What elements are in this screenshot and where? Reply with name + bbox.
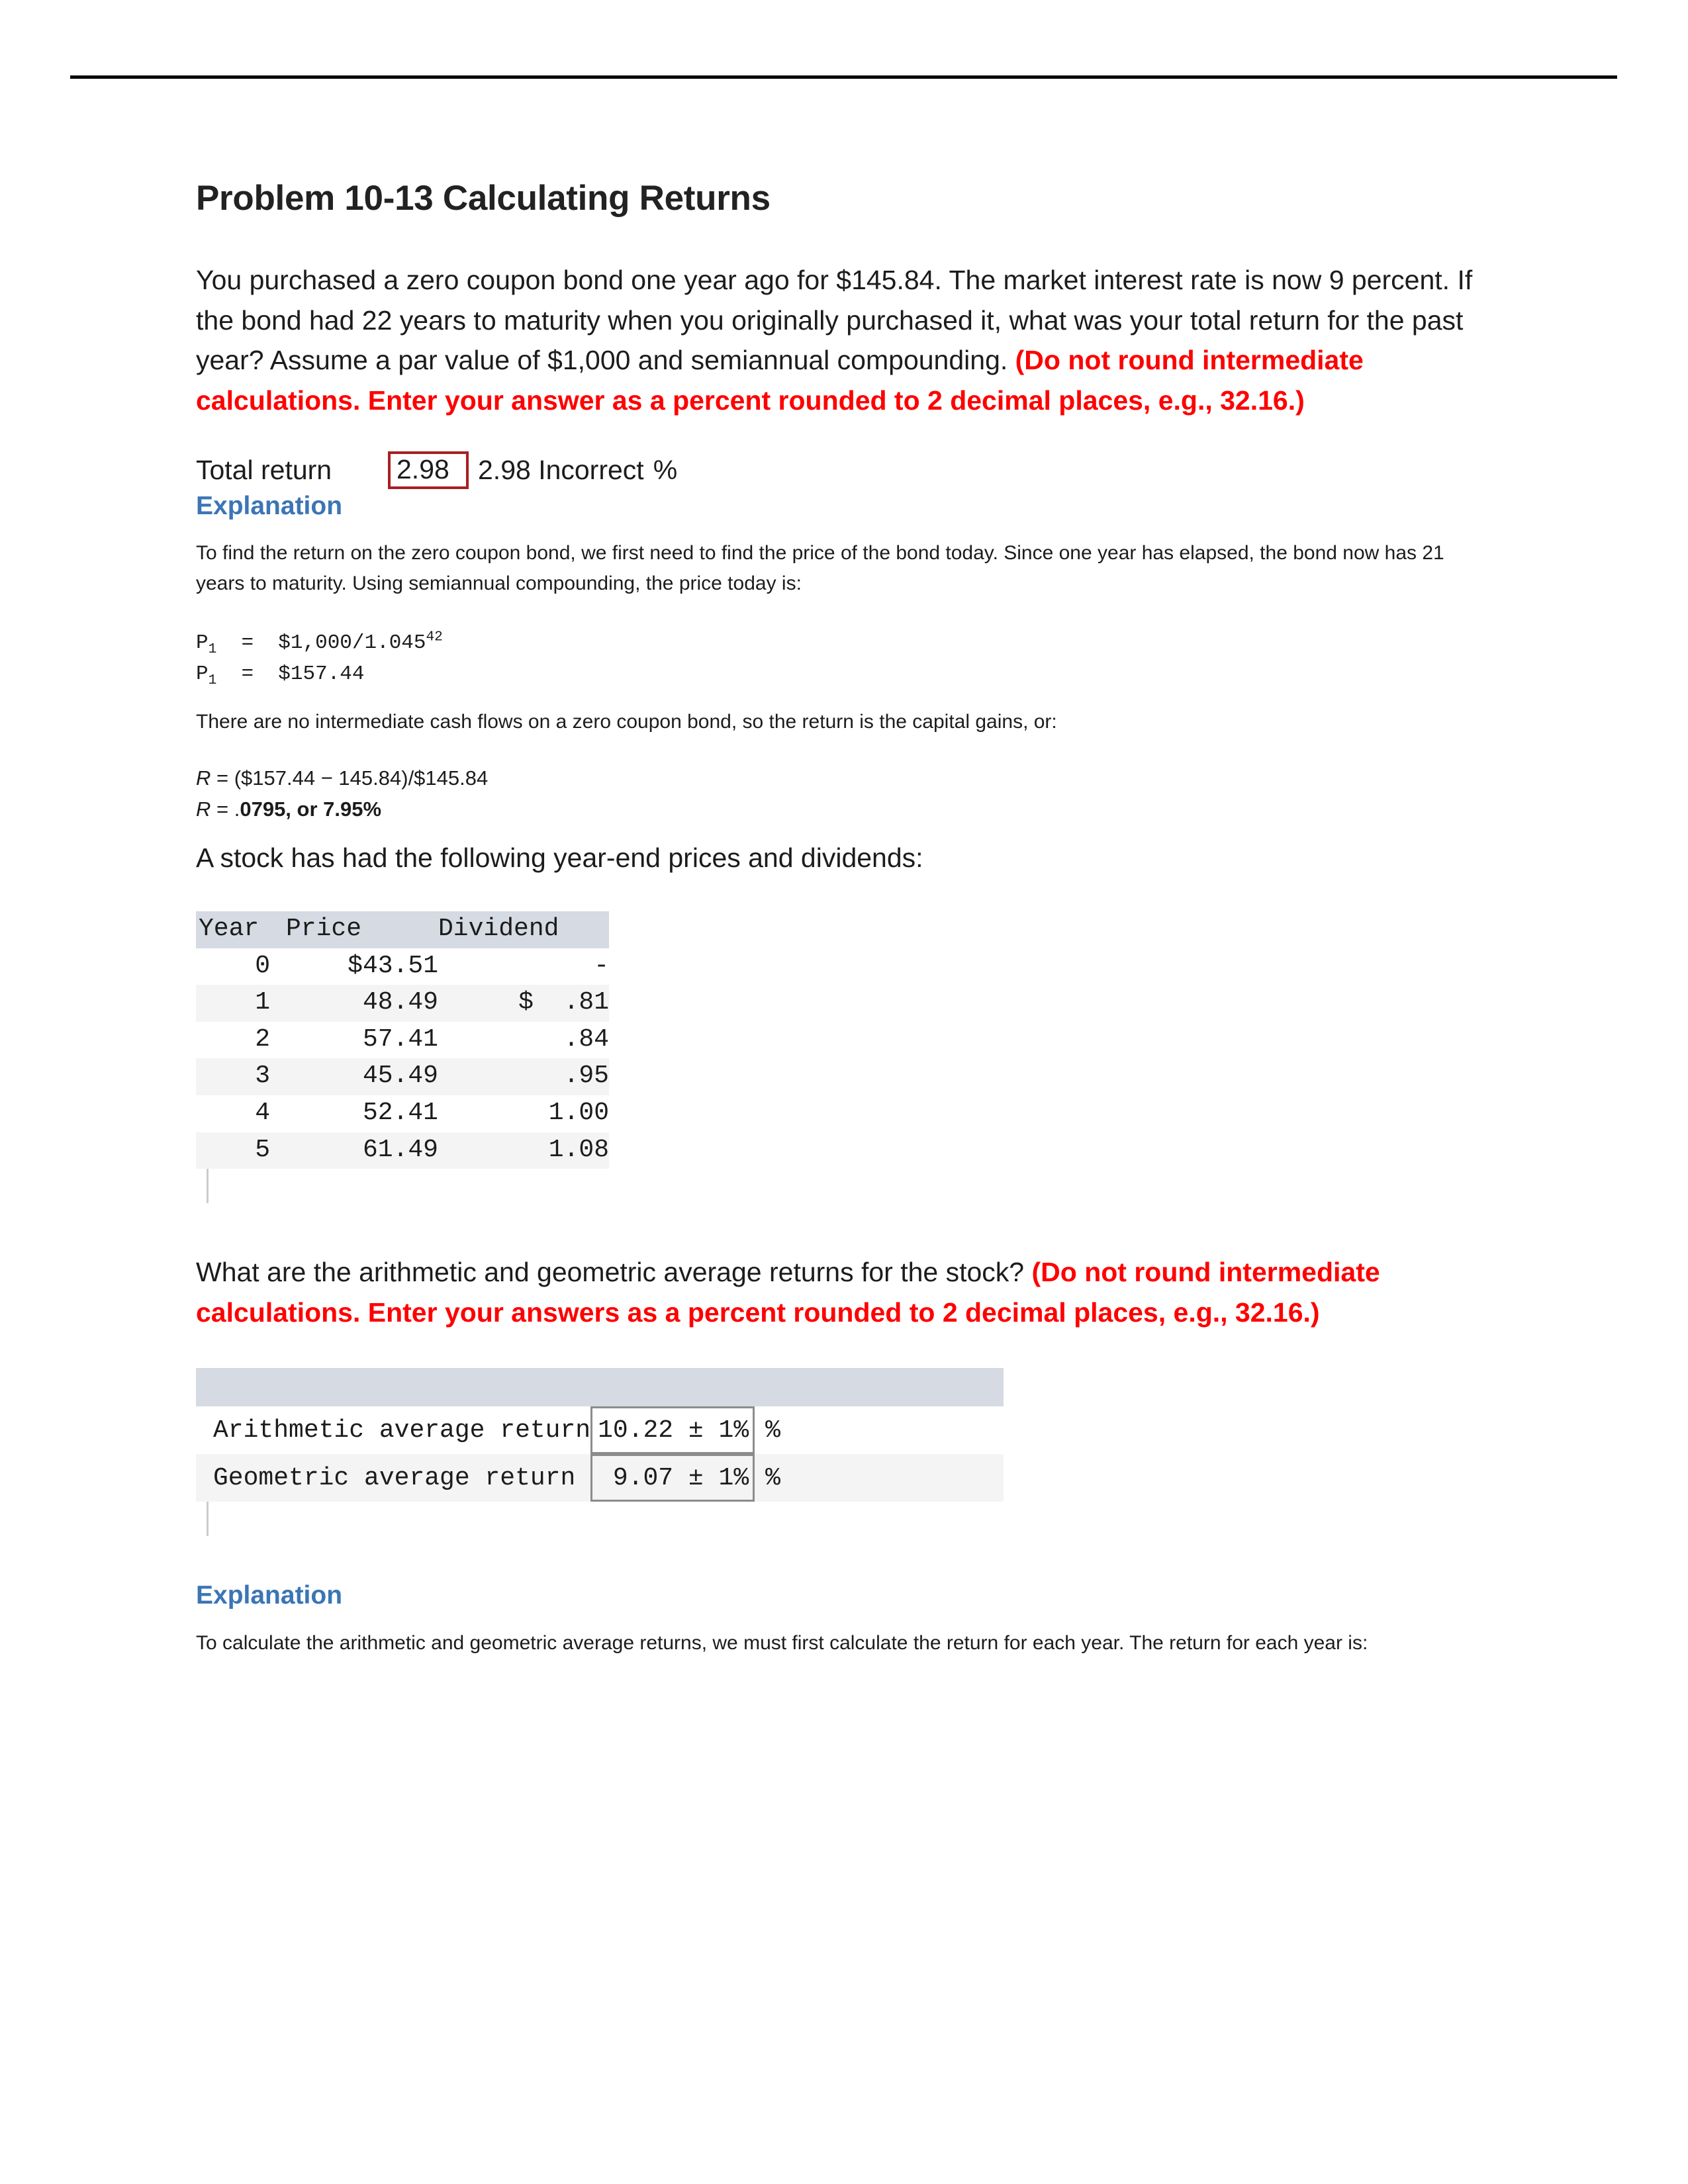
average-returns-answer-table: Arithmetic average return 10.22 ± 1% % G… xyxy=(196,1368,1004,1502)
formula-1-body: = $1,000/1.045 xyxy=(216,631,426,655)
formula-2-body: = $157.44 xyxy=(216,662,365,686)
cell-price: 45.49 xyxy=(362,1062,438,1091)
formula-1-variable: P xyxy=(196,631,209,655)
return-symbol-2: R xyxy=(196,797,211,821)
table-header: Year Price Dividend xyxy=(196,911,609,948)
column-header-price: Price xyxy=(286,914,362,943)
cell-dividend: - xyxy=(594,951,609,980)
explanation-1-paragraph-1: To find the return on the zero coupon bo… xyxy=(196,542,1444,594)
price-formula-block: P1 = $1,000/1.04542 P1 = $157.44 xyxy=(196,628,1480,692)
cell-price: 61.49 xyxy=(362,1135,438,1164)
table-row: 3 45.49 .95 xyxy=(196,1058,609,1095)
return-equation-2-value: 0795, or 7.95% xyxy=(240,797,382,821)
table-body: 0 $43.51 - 1 48.49 $ .81 2 57.41 .84 3 4… xyxy=(196,948,609,1169)
document-page: Problem 10-13 Calculating Returns You pu… xyxy=(0,0,1688,2184)
header-divider xyxy=(70,75,1617,79)
table-row: 0 $43.51 - xyxy=(196,948,609,985)
return-equation-line-1: R = ($157.44 − 145.84)/$145.84 xyxy=(196,764,1480,794)
total-return-input[interactable]: 2.98 xyxy=(388,451,469,489)
return-equation-line-2: R = .0795, or 7.95% xyxy=(196,795,1480,825)
cell-year: 1 xyxy=(255,988,270,1017)
table-bottom-tick xyxy=(207,1169,209,1204)
return-symbol-1: R xyxy=(196,766,211,790)
arithmetic-average-return-row: Arithmetic average return 10.22 ± 1% % xyxy=(196,1406,1004,1455)
question-2-body: What are the arithmetic and geometric av… xyxy=(196,1257,1032,1288)
explanation-heading-2: Explanation xyxy=(196,1581,343,1610)
cell-price: 57.41 xyxy=(362,1024,438,1054)
formula-2-subscript: 1 xyxy=(208,672,217,689)
total-return-label: Total return xyxy=(196,454,332,485)
table-row: 5 61.49 1.08 xyxy=(196,1132,609,1169)
column-header-year: Year xyxy=(199,914,259,943)
question-2-text: What are the arithmetic and geometric av… xyxy=(196,1252,1480,1332)
table-row: 2 57.41 .84 xyxy=(196,1022,609,1059)
stock-section-lead: A stock has had the following year-end p… xyxy=(196,842,923,873)
cell-dividend: .84 xyxy=(563,1024,609,1054)
cell-year: 2 xyxy=(255,1024,270,1054)
geometric-average-return-label: Geometric average return xyxy=(213,1463,591,1492)
arithmetic-average-return-label: Arithmetic average return xyxy=(213,1416,591,1445)
cell-price: 52.41 xyxy=(362,1098,438,1127)
formula-line-2: P1 = $157.44 xyxy=(196,662,365,689)
arithmetic-average-return-input[interactable]: 10.22 ± 1% xyxy=(590,1406,755,1455)
cell-price: 48.49 xyxy=(362,988,438,1017)
total-return-unit: % xyxy=(653,454,678,485)
cell-dividend: $ .81 xyxy=(518,988,609,1017)
table-header-row: Year Price Dividend xyxy=(196,911,609,948)
answer-table-bottom-tick xyxy=(207,1502,209,1537)
stock-price-dividend-table: Year Price Dividend 0 $43.51 - 1 48.49 $… xyxy=(196,911,609,1169)
question-1-text: You purchased a zero coupon bond one yea… xyxy=(196,260,1480,421)
table-row: 1 48.49 $ .81 xyxy=(196,985,609,1022)
formula-1-subscript: 1 xyxy=(208,641,217,658)
geometric-average-return-row: Geometric average return 9.07 ± 1% % xyxy=(196,1454,1004,1502)
geometric-average-return-input[interactable]: 9.07 ± 1% xyxy=(590,1454,755,1502)
formula-line-1: P1 = $1,000/1.04542 xyxy=(196,629,443,658)
explanation-1-paragraph-2: There are no intermediate cash flows on … xyxy=(196,711,1057,733)
explanation-2-paragraph-1: To calculate the arithmetic and geometri… xyxy=(196,1632,1368,1655)
arithmetic-average-return-unit: % xyxy=(765,1416,780,1445)
formula-1-exponent: 42 xyxy=(426,629,443,645)
return-equation-2-prefix: = . xyxy=(211,797,240,821)
cell-dividend: 1.00 xyxy=(548,1098,609,1127)
cell-year: 0 xyxy=(255,951,270,980)
page-title: Problem 10-13 Calculating Returns xyxy=(196,179,771,218)
page-content: Problem 10-13 Calculating Returns You pu… xyxy=(196,179,1480,1659)
formula-2-variable: P xyxy=(196,662,209,686)
cell-dividend: .95 xyxy=(563,1062,609,1091)
return-equation-1-body: = ($157.44 − 145.84)/$145.84 xyxy=(211,766,489,790)
cell-year: 3 xyxy=(255,1062,270,1091)
total-return-answer-row: Total return 2.98 2.98 Incorrect % xyxy=(196,451,1480,489)
cell-year: 4 xyxy=(255,1098,270,1127)
cell-dividend: 1.08 xyxy=(548,1135,609,1164)
total-return-feedback: 2.98 Incorrect xyxy=(478,454,644,485)
cell-year: 5 xyxy=(255,1135,270,1164)
answer-table-header-bar xyxy=(196,1368,1004,1407)
geometric-average-return-unit: % xyxy=(765,1463,780,1492)
explanation-heading-1: Explanation xyxy=(196,491,343,520)
column-header-dividend: Dividend xyxy=(438,914,559,943)
table-row: 4 52.41 1.00 xyxy=(196,1095,609,1132)
cell-price: $43.51 xyxy=(348,951,438,980)
